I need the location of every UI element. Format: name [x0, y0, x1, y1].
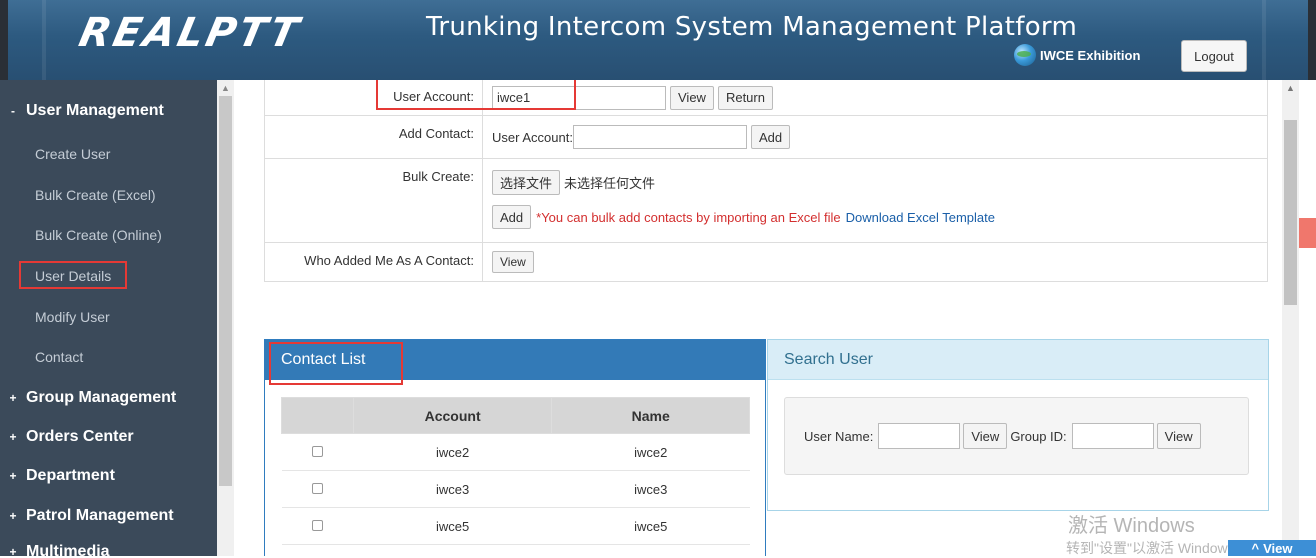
header-edge-right	[1308, 0, 1316, 80]
table-row: iwce2 iwce2	[281, 433, 750, 471]
row-checkbox[interactable]	[311, 445, 323, 457]
sidebar-section-label: Patrol Management	[26, 507, 174, 524]
expand-icon: +	[9, 430, 17, 444]
bulk-create-label: Bulk Create:	[265, 159, 483, 242]
bulk-add-button[interactable]: Add	[492, 205, 532, 229]
view-button[interactable]: View	[670, 85, 714, 110]
row-checkbox[interactable]	[311, 482, 323, 494]
globe-icon	[1014, 44, 1036, 66]
exhibition-label: IWCE Exhibition	[1040, 47, 1141, 63]
user-name-label: User Name:	[804, 428, 874, 444]
main-scroll-thumb[interactable]	[1284, 120, 1297, 305]
main-scrollbar[interactable]: ▲	[1282, 80, 1299, 556]
group-id-label: Group ID:	[1010, 428, 1067, 444]
cell-name: iwce2	[551, 433, 750, 471]
sidebar-section-multimedia[interactable]: + Multimedia	[0, 543, 110, 556]
add-contact-input[interactable]	[572, 125, 747, 149]
scroll-up-icon[interactable]: ▲	[1282, 80, 1299, 96]
search-user-form: User Name: View Group ID: View	[784, 397, 1249, 475]
cell-account: iwce3	[353, 470, 552, 508]
sidebar-item-bulk-create-online[interactable]: Bulk Create (Online)	[35, 227, 162, 243]
sidebar-section-group-management[interactable]: + Group Management	[0, 389, 176, 407]
main-content: User Account: iwce1 View Return Add Cont…	[234, 80, 1316, 556]
expand-icon: +	[9, 509, 17, 523]
no-file-label: 未选择任何文件	[564, 176, 656, 191]
search-group-view-button[interactable]: View	[1156, 423, 1201, 449]
expand-icon: +	[9, 469, 17, 483]
row-checkbox[interactable]	[311, 519, 323, 531]
activation-watermark-subtitle: 转到"设置"以激活 Windows。	[1066, 540, 1249, 556]
sidebar-section-label: User Management	[26, 102, 164, 119]
header-edge-right-inner	[1262, 0, 1266, 80]
header-edge-left-inner	[42, 0, 46, 80]
bulk-note: *You can bulk add contacts by importing …	[536, 209, 841, 225]
highlight-user-details	[19, 261, 127, 289]
sidebar-section-label: Multimedia	[26, 543, 110, 556]
table-header-row: Account Name	[281, 397, 750, 434]
add-contact-prefix: User Account:	[492, 129, 573, 145]
cell-account: iwce2	[353, 433, 552, 471]
sidebar-item-create-user[interactable]: Create User	[35, 146, 110, 162]
sidebar-item-bulk-create-excel[interactable]: Bulk Create (Excel)	[35, 187, 156, 203]
sidebar-section-label: Orders Center	[26, 428, 134, 445]
who-added-label: Who Added Me As A Contact:	[265, 243, 483, 281]
choose-file-button[interactable]: 选择文件	[492, 170, 561, 195]
who-added-view-button[interactable]: View	[492, 251, 534, 273]
expand-icon: +	[9, 545, 17, 556]
user-details-form: User Account: iwce1 View Return Add Cont…	[264, 80, 1268, 282]
scroll-up-icon[interactable]: ▲	[217, 80, 234, 96]
expand-icon: +	[9, 391, 17, 405]
chevron-up-icon: ^	[1251, 540, 1260, 556]
sidebar-item-contact[interactable]: Contact	[35, 349, 83, 365]
sidebar-section-label: Group Management	[26, 389, 177, 406]
floating-view-label: View	[1263, 540, 1293, 556]
sidebar-scroll-thumb[interactable]	[219, 96, 232, 486]
activation-watermark-title: 激活 Windows	[1068, 515, 1195, 537]
table-row: iwce5 iwce5	[281, 507, 750, 545]
return-button[interactable]: Return	[717, 85, 773, 110]
brand-logo: REALPTT	[75, 10, 306, 56]
cell-name: iwce3	[551, 470, 750, 508]
add-contact-label: Add Contact:	[265, 116, 483, 158]
table-row: iwce3 iwce3	[281, 470, 750, 508]
add-contact-button[interactable]: Add	[750, 125, 791, 149]
contact-table: Account Name iwce2 iwce2 iwce3 iwce3 iwc…	[281, 397, 750, 545]
highlight-contact-list	[269, 342, 403, 385]
logout-button[interactable]: Logout	[1181, 40, 1247, 72]
floating-view-button[interactable]: ^ View	[1228, 540, 1316, 556]
download-template-link[interactable]: Download Excel Template	[846, 210, 995, 225]
collapse-icon: -	[11, 104, 15, 118]
search-user-view-button[interactable]: View	[963, 423, 1008, 449]
row-bulk-create: Bulk Create: 选择文件 未选择任何文件 Add *You can b…	[265, 159, 1267, 243]
sidebar-section-department[interactable]: + Department	[0, 467, 115, 485]
page-title: Trunking Intercom System Management Plat…	[426, 12, 1078, 42]
search-user-title: Search User	[768, 340, 1268, 380]
sidebar-item-modify-user[interactable]: Modify User	[35, 309, 110, 325]
group-id-input[interactable]	[1071, 423, 1154, 449]
cell-name: iwce5	[551, 507, 750, 545]
sidebar-section-user-management[interactable]: - User Management	[0, 102, 164, 120]
header-edge-left	[0, 0, 8, 80]
sidebar-section-orders-center[interactable]: + Orders Center	[0, 428, 134, 446]
sidebar: - User Management Create User Bulk Creat…	[0, 80, 234, 556]
highlight-user-account	[376, 80, 576, 110]
app-header: REALPTT Trunking Intercom System Managem…	[0, 0, 1316, 80]
sidebar-section-patrol-management[interactable]: + Patrol Management	[0, 507, 174, 525]
column-header-account: Account	[352, 397, 553, 434]
column-header-name: Name	[551, 397, 750, 434]
cell-account: iwce5	[353, 507, 552, 545]
row-who-added-me: Who Added Me As A Contact: View	[265, 243, 1267, 281]
exhibition-link[interactable]: IWCE Exhibition	[1014, 44, 1140, 66]
user-name-input[interactable]	[878, 423, 961, 449]
sidebar-section-label: Department	[26, 467, 115, 484]
column-header-select	[281, 397, 354, 434]
row-add-contact: Add Contact: User Account: Add	[265, 116, 1267, 159]
sidebar-menu: - User Management Create User Bulk Creat…	[0, 80, 217, 556]
search-user-panel: Search User User Name: View Group ID: Vi…	[767, 339, 1269, 511]
